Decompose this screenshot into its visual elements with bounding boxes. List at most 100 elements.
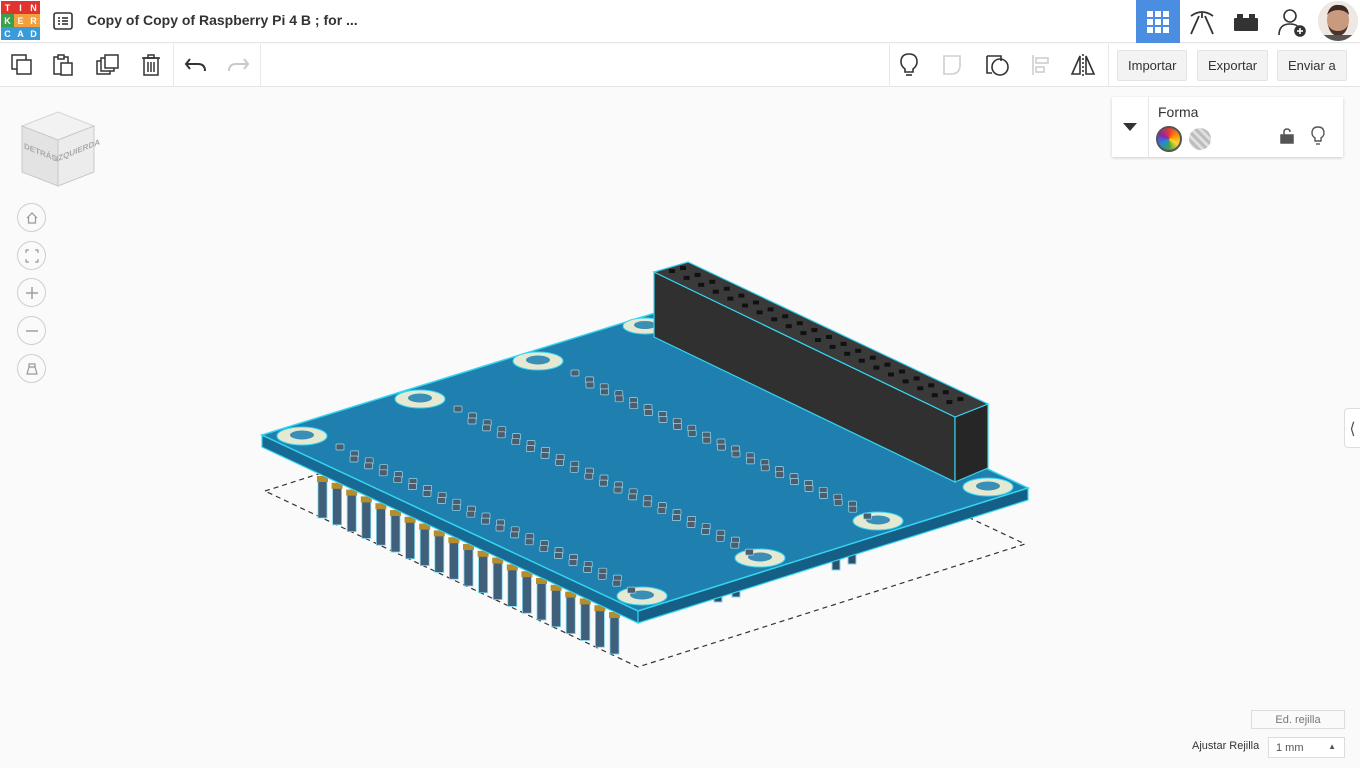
hole-swatch[interactable] <box>1189 128 1211 150</box>
header-pin <box>466 510 476 518</box>
socket-hole <box>796 321 803 326</box>
header-pin <box>600 388 609 396</box>
export-button[interactable]: Exportar <box>1197 50 1269 81</box>
toolbar-divider <box>889 44 890 87</box>
header-pin <box>437 497 446 504</box>
socket-hole <box>942 390 949 395</box>
logo-letter: K <box>1 14 14 27</box>
header-pin <box>775 471 785 479</box>
header-pin <box>349 455 359 463</box>
header-pin <box>554 552 563 559</box>
socket-hole <box>858 358 865 363</box>
socket-hole <box>899 369 905 374</box>
multicolor-swatch[interactable] <box>1156 126 1182 152</box>
copy-icon[interactable] <box>7 50 37 80</box>
toolbar-divider <box>260 44 261 87</box>
bricks-icon[interactable] <box>1224 0 1268 43</box>
socket-hole <box>840 341 847 346</box>
visibility-lightbulb-icon[interactable] <box>1311 126 1325 151</box>
socket-hole <box>869 355 876 360</box>
socket-hole <box>800 331 807 336</box>
header-pin <box>526 445 535 452</box>
socket-hole <box>815 338 821 342</box>
header-pin <box>451 503 461 511</box>
logo-letter: D <box>27 27 40 40</box>
logo-letter: R <box>27 14 40 27</box>
mirror-flip-icon[interactable] <box>1068 50 1098 80</box>
header-pin <box>393 476 403 484</box>
socket-hole <box>767 307 774 312</box>
logo-letter: I <box>14 1 27 14</box>
lock-open-icon[interactable] <box>1280 128 1294 149</box>
group-icon[interactable] <box>938 50 968 80</box>
align-icon[interactable] <box>1026 50 1056 80</box>
header-pin <box>467 417 477 425</box>
header-pin <box>731 450 741 458</box>
header-pin <box>495 524 505 532</box>
expand-side-panel-tab[interactable]: ⟨ <box>1344 408 1360 448</box>
socket-hole <box>723 286 730 291</box>
undo-icon[interactable] <box>181 50 211 80</box>
header-pin <box>599 479 608 487</box>
pin <box>609 613 620 655</box>
snap-grid-label: Ajustar Rejilla <box>1192 740 1260 752</box>
ungroup-icon[interactable] <box>982 50 1012 80</box>
header-pin <box>555 459 564 466</box>
pin <box>565 593 576 634</box>
fit-all-icon[interactable] <box>17 241 46 270</box>
perspective-toggle-icon[interactable] <box>17 354 46 383</box>
invite-user-icon[interactable] <box>1270 0 1314 43</box>
header-pin <box>804 485 814 492</box>
header-pin <box>570 369 580 377</box>
3d-design-grid-icon[interactable] <box>1136 0 1180 43</box>
design-menu-icon[interactable] <box>52 10 74 32</box>
import-button[interactable]: Importar <box>1117 50 1188 81</box>
duplicate-icon[interactable] <box>93 50 123 80</box>
redo-icon[interactable] <box>223 50 253 80</box>
edit-grid-button[interactable]: Ed. rejilla <box>1251 710 1345 729</box>
pin <box>580 600 591 641</box>
pin <box>361 497 372 539</box>
tinkercad-logo[interactable]: T I N K E R C A D <box>1 1 41 41</box>
pin <box>551 586 561 628</box>
zoom-out-icon[interactable] <box>17 316 46 345</box>
socket-hole <box>680 266 686 270</box>
codeblocks-pickaxe-icon[interactable] <box>1180 0 1224 43</box>
pin <box>478 552 489 594</box>
header-pin <box>524 538 534 546</box>
send-to-button[interactable]: Enviar a <box>1277 50 1347 81</box>
pin <box>448 538 459 580</box>
header-pin <box>672 514 681 521</box>
header-pin <box>644 409 653 416</box>
home-view-icon[interactable] <box>17 203 46 232</box>
pin <box>434 532 445 573</box>
workplane-3d-scene[interactable] <box>0 87 1360 768</box>
header-pin <box>628 493 637 501</box>
header-pin <box>614 395 624 403</box>
header-pin <box>364 462 373 470</box>
zoom-in-icon[interactable] <box>17 278 46 307</box>
header-pin <box>511 438 521 446</box>
socket-hole <box>913 376 920 381</box>
logo-letter: E <box>14 14 27 27</box>
header-pin <box>833 498 843 506</box>
snap-grid-select[interactable]: 1 mm ▲ <box>1268 737 1345 758</box>
collapse-panel-button[interactable] <box>1112 97 1149 157</box>
lightbulb-notes-icon[interactable] <box>894 50 924 80</box>
document-title[interactable]: Copy of Copy of Raspberry Pi 4 B ; for .… <box>87 12 358 28</box>
top-header: T I N K E R C A D Copy of Copy of Raspbe… <box>0 0 1360 43</box>
socket-hole <box>669 269 675 273</box>
pin <box>390 511 401 553</box>
header-pin <box>629 402 639 410</box>
toolbar-divider <box>1108 44 1109 87</box>
toolbar-divider <box>173 44 174 87</box>
view-cube[interactable]: DETRÁS IZQUIERDA <box>18 108 100 190</box>
pin <box>375 504 386 546</box>
user-avatar[interactable] <box>1318 1 1358 41</box>
header-pin <box>687 429 697 437</box>
delete-trash-icon[interactable] <box>136 50 166 80</box>
header-pin <box>848 505 858 513</box>
paste-icon[interactable] <box>48 50 78 80</box>
header-pin <box>482 424 491 432</box>
header-pin <box>717 443 726 451</box>
